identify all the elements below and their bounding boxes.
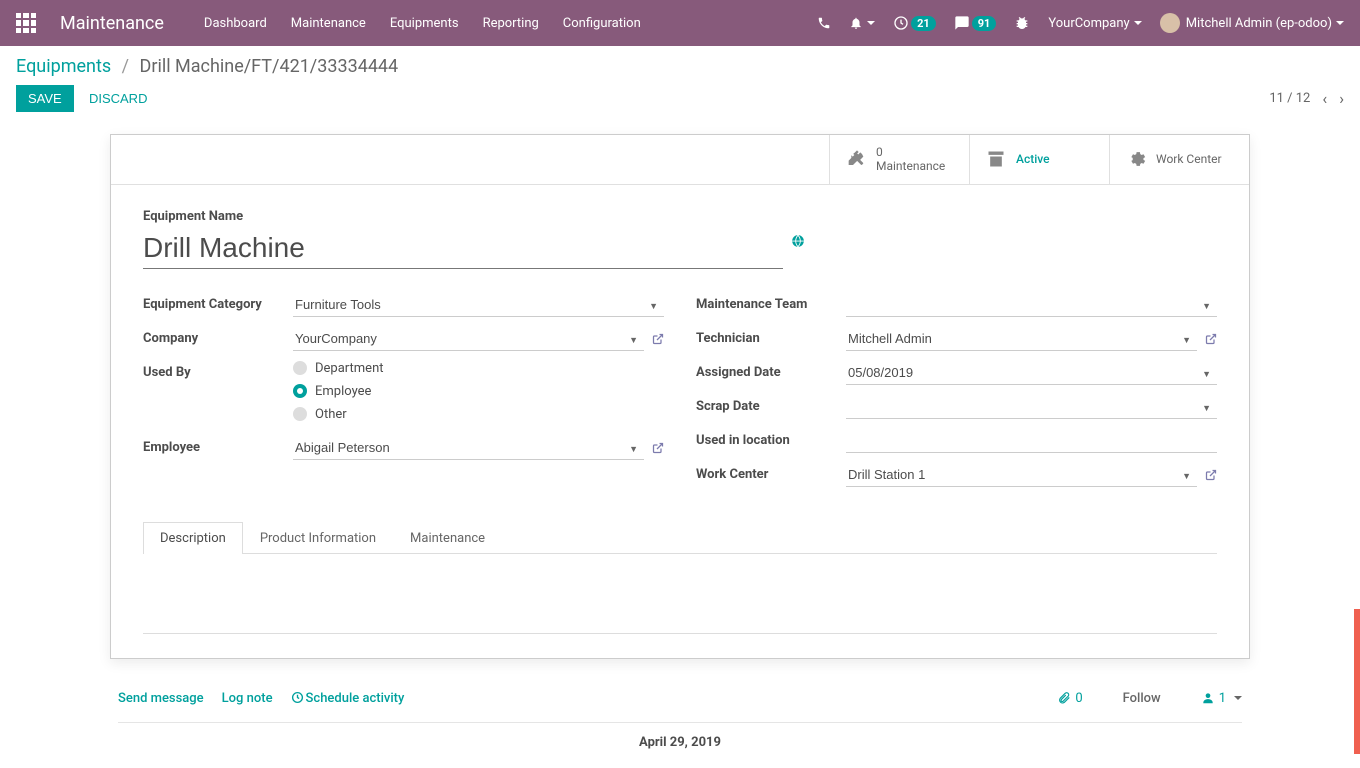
company-input[interactable] (293, 327, 644, 351)
equipment-name-input[interactable] (143, 228, 783, 269)
bug-icon[interactable] (1014, 15, 1030, 31)
technician-input[interactable] (846, 327, 1197, 351)
label-location: Used in location (696, 429, 846, 448)
label-usedby: Used By (143, 361, 293, 380)
followers-button[interactable]: 1 (1201, 691, 1242, 706)
bell-icon[interactable] (849, 16, 875, 30)
company-name: YourCompany (1048, 16, 1129, 31)
breadcrumb: Equipments / Drill Machine/FT/421/333344… (16, 56, 1344, 77)
workcenter-input[interactable] (846, 463, 1197, 487)
chatter-date: April 29, 2019 (118, 735, 1242, 750)
label-technician: Technician (696, 327, 846, 346)
pager-text: 11 / 12 (1269, 91, 1310, 106)
cogs-icon (1126, 149, 1146, 169)
clock-icon[interactable]: 21 (893, 15, 936, 31)
breadcrumb-root[interactable]: Equipments (16, 56, 111, 77)
breadcrumb-current: Drill Machine/FT/421/33334444 (140, 56, 399, 77)
label-team: Maintenance Team (696, 293, 846, 312)
employee-input[interactable] (293, 436, 644, 460)
external-link-icon[interactable] (1205, 469, 1217, 481)
radio-department[interactable]: Department (293, 361, 664, 376)
attachments-button[interactable]: 0 (1057, 691, 1082, 706)
schedule-activity-button[interactable]: Schedule activity (291, 691, 405, 706)
chat-badge: 91 (972, 16, 997, 31)
tab-description[interactable]: Description (143, 522, 243, 554)
chat-icon[interactable]: 91 (954, 15, 997, 31)
clock-badge: 21 (911, 16, 936, 31)
user-menu[interactable]: Mitchell Admin (ep-odoo) (1160, 13, 1344, 33)
stat-workcenter-label: Work Center (1156, 152, 1222, 166)
archive-icon (986, 149, 1006, 169)
tab-content[interactable] (143, 554, 1217, 634)
company-switcher[interactable]: YourCompany (1048, 16, 1141, 31)
follow-button[interactable]: Follow (1123, 691, 1161, 706)
radio-other[interactable]: Other (293, 407, 664, 422)
team-input[interactable] (846, 293, 1217, 317)
globe-icon[interactable] (791, 234, 805, 248)
stat-maint-label: Maintenance (876, 159, 945, 173)
avatar (1160, 13, 1180, 33)
save-button[interactable]: SAVE (16, 85, 74, 112)
label-assigned: Assigned Date (696, 361, 846, 380)
discard-button[interactable]: DISCARD (77, 85, 160, 112)
tab-product-info[interactable]: Product Information (243, 522, 393, 554)
nav-equipments[interactable]: Equipments (390, 16, 459, 31)
user-name: Mitchell Admin (ep-odoo) (1186, 16, 1332, 31)
form-tabs: Description Product Information Maintena… (143, 521, 1217, 554)
stat-buttons: 0 Maintenance Active Work Center (111, 135, 1249, 185)
category-input[interactable] (293, 293, 664, 317)
scrollbar[interactable] (1354, 122, 1360, 754)
stat-active-label: Active (1016, 152, 1050, 166)
nav-dashboard[interactable]: Dashboard (204, 16, 267, 31)
phone-icon[interactable] (817, 16, 831, 30)
stat-maintenance[interactable]: 0 Maintenance (829, 135, 969, 184)
label-workcenter: Work Center (696, 463, 846, 482)
label-scrap: Scrap Date (696, 395, 846, 414)
tab-maintenance[interactable]: Maintenance (393, 522, 502, 554)
stat-maint-count: 0 (876, 145, 945, 159)
main-navbar: Maintenance Dashboard Maintenance Equipm… (0, 0, 1360, 46)
radio-employee[interactable]: Employee (293, 384, 664, 399)
separator (118, 722, 1242, 723)
nav-maintenance[interactable]: Maintenance (291, 16, 366, 31)
label-employee: Employee (143, 436, 293, 455)
nav-menu: Dashboard Maintenance Equipments Reporti… (204, 16, 641, 31)
apps-icon[interactable] (16, 13, 36, 33)
pager-next[interactable]: › (1339, 89, 1344, 108)
nav-configuration[interactable]: Configuration (563, 16, 641, 31)
send-message-button[interactable]: Send message (118, 691, 204, 706)
location-input[interactable] (846, 429, 1217, 453)
wrench-icon (846, 149, 866, 169)
form-sheet: 0 Maintenance Active Work Center Equipme… (110, 134, 1250, 659)
app-brand: Maintenance (60, 13, 164, 34)
nav-reporting[interactable]: Reporting (483, 16, 539, 31)
pager: 11 / 12 ‹ › (1269, 89, 1344, 108)
chatter: Send message Log note Schedule activity … (110, 683, 1250, 750)
external-link-icon[interactable] (652, 333, 664, 345)
pager-prev[interactable]: ‹ (1322, 89, 1327, 108)
stat-active[interactable]: Active (969, 135, 1109, 184)
control-panel: Equipments / Drill Machine/FT/421/333344… (0, 46, 1360, 112)
label-category: Equipment Category (143, 293, 293, 312)
stat-workcenter[interactable]: Work Center (1109, 135, 1249, 184)
external-link-icon[interactable] (652, 442, 664, 454)
label-company: Company (143, 327, 293, 346)
equipment-name-label: Equipment Name (143, 209, 1217, 224)
log-note-button[interactable]: Log note (222, 691, 273, 706)
scrap-date-input[interactable] (846, 395, 1217, 419)
assigned-date-input[interactable] (846, 361, 1217, 385)
external-link-icon[interactable] (1205, 333, 1217, 345)
